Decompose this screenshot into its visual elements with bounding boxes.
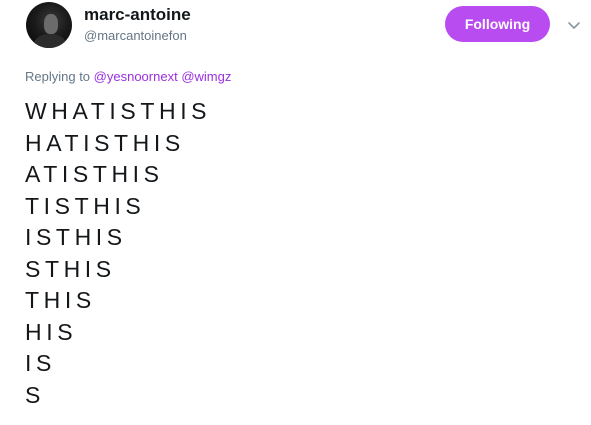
mention-link[interactable]: @wimgz xyxy=(181,69,231,84)
avatar-face xyxy=(44,14,58,34)
tweet-line: STHIS xyxy=(25,255,116,282)
tweet-line: S xyxy=(25,381,45,408)
replying-to-line: Replying to @yesnoornext @wimgz xyxy=(25,69,231,85)
tweet-line: TISTHIS xyxy=(25,192,146,219)
tweet-line: THIS xyxy=(25,287,96,313)
avatar[interactable] xyxy=(26,2,72,48)
tweet-line: HATISTHIS xyxy=(25,129,185,156)
author-display-name[interactable]: marc-antoine xyxy=(84,5,191,25)
tweet-text: WHATISTHIS HATISTHIS ATISTHIS TISTHIS IS… xyxy=(25,96,211,411)
author-handle[interactable]: @marcantoinefon xyxy=(84,28,187,44)
avatar-shoulders xyxy=(34,34,66,48)
tweet-line: IS xyxy=(25,350,56,376)
following-button[interactable]: Following xyxy=(445,6,550,42)
chevron-down-icon[interactable] xyxy=(566,17,582,33)
tweet-line: ATISTHIS xyxy=(25,161,164,187)
mention-link[interactable]: @yesnoornext xyxy=(94,69,178,84)
replying-to-label: Replying to xyxy=(25,69,91,84)
tweet-line: HIS xyxy=(25,318,78,345)
tweet-line: ISTHIS xyxy=(25,224,127,250)
tweet-line: WHATISTHIS xyxy=(25,98,212,124)
